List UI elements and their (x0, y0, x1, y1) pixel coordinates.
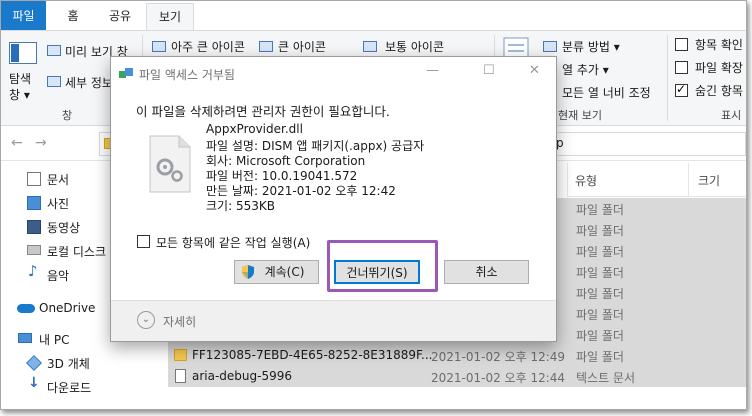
dialog-message: 이 파일을 삭제하려면 관리자 권한이 필요합니다. (136, 104, 390, 119)
file-type: 파일 폴더 (576, 350, 624, 364)
file-row[interactable]: aria-debug-5996 2021-01-02 오후 12:44 텍스트 문서 (168, 366, 746, 387)
sidebar-item-label: 다운로드 (47, 381, 92, 395)
hidden-items-label: 숨긴 항목 (695, 84, 743, 98)
add-columns-button[interactable]: 열 추가 ▾ (562, 61, 609, 78)
panes-group-label: 창 (62, 109, 73, 122)
tab-home[interactable]: 홈 (59, 5, 87, 27)
dialog-title: 파일 액세스 거부됨 (139, 68, 235, 82)
file-type: 파일 폴더 (576, 308, 624, 322)
file-row[interactable]: FF123085-7EBD-4E65-8252-8E31889F... 2021-… (168, 345, 746, 366)
sidebar-item-label: 동영상 (47, 221, 81, 235)
medium-icons-option[interactable]: 보통 아이콘 (385, 38, 444, 55)
large-icons-icon (259, 41, 273, 52)
file-move-icon (119, 68, 133, 78)
continue-label: 계속(C) (264, 265, 305, 279)
ribbon-tab-bar: 파일 홈 공유 보기 (1, 1, 746, 31)
videos-icon (27, 220, 41, 234)
maximize-button[interactable]: ☐ (483, 63, 495, 78)
apply-to-all-checkbox[interactable] (137, 235, 150, 248)
details-pane-icon (47, 76, 61, 87)
tab-share[interactable]: 공유 (104, 5, 136, 27)
apply-to-all-label: 모든 항목에 같은 작업 실행(A) (156, 236, 311, 250)
forward-button[interactable]: → (35, 135, 47, 151)
local-disk-icon (27, 245, 41, 255)
sidebar-item-label: 음악 (47, 269, 70, 283)
downloads-icon: ↓ (28, 375, 40, 391)
sidebar-item-label: 문서 (47, 173, 70, 187)
cancel-button[interactable]: 취소 (444, 260, 529, 284)
column-header-type[interactable]: 유형 (575, 172, 597, 189)
file-type: 파일 폴더 (576, 245, 624, 259)
navigation-pane-label-1: 탐색 (9, 72, 32, 86)
file-type: 파일 폴더 (576, 203, 624, 217)
column-header-size[interactable]: 크기 (698, 172, 720, 189)
file-type: 텍스트 문서 (576, 371, 636, 385)
current-view-group-label: 현재 보기 (558, 109, 602, 122)
sort-by-button[interactable]: 분류 방법 ▾ (562, 38, 620, 55)
folder-icon (174, 349, 187, 361)
tab-file[interactable]: 파일 (1, 1, 46, 31)
file-date: 2021-01-02 오후 12:49 (431, 350, 566, 364)
navigation-pane-icon (9, 42, 37, 64)
size-all-columns-button[interactable]: 모든 열 너비 조정 (562, 84, 651, 101)
file-access-denied-dialog: 파일 액세스 거부됨 — ☐ ✕ 이 파일을 삭제하려면 관리자 권한이 필요합… (110, 56, 557, 342)
preview-pane-icon (47, 45, 61, 56)
file-type: 파일 폴더 (576, 287, 624, 301)
navigation-pane-label-2-text: 창 (9, 88, 21, 102)
back-button[interactable]: ← (11, 135, 23, 151)
address-path: p (556, 136, 564, 150)
item-checkboxes-label: 항목 확인 (695, 38, 743, 52)
group-by-icon (543, 41, 557, 52)
music-icon: ♪ (28, 262, 38, 280)
more-details-button[interactable]: 자세히 (163, 313, 196, 330)
sidebar-item-label: 로컬 디스크 (47, 245, 107, 259)
file-type: 파일 폴더 (576, 266, 624, 280)
file-name: AppxProvider.dll (206, 122, 303, 136)
3d-objects-icon (26, 355, 42, 371)
sidebar-item-label: 내 PC (39, 333, 70, 347)
text-document-icon (175, 369, 186, 383)
close-button[interactable]: ✕ (529, 63, 540, 78)
tab-view[interactable]: 보기 (146, 3, 194, 31)
column-divider (567, 163, 568, 197)
navigation-pane-label-2: 창 ▾ (9, 88, 30, 102)
minimize-button[interactable]: — (426, 63, 439, 78)
sort-by-label: 분류 방법 (562, 40, 610, 54)
file-icon (149, 135, 191, 193)
file-size: 크기: 553KB (206, 199, 275, 213)
large-icons-option[interactable]: 큰 아이콘 (278, 38, 326, 55)
sidebar-item-label: OneDrive (39, 301, 96, 315)
extra-large-icons-icon (152, 41, 166, 52)
this-pc-icon (18, 333, 32, 343)
item-checkboxes-checkbox[interactable] (675, 38, 688, 51)
continue-button[interactable]: 계속(C) (234, 260, 319, 284)
details-pane-button[interactable]: 세부 정보 (65, 74, 113, 91)
column-divider (688, 163, 689, 197)
sidebar-item-label: 사진 (47, 197, 70, 211)
add-columns-label: 열 추가 (562, 63, 599, 77)
file-extensions-checkbox[interactable] (675, 61, 688, 74)
uac-shield-icon (242, 265, 254, 279)
onedrive-icon (17, 304, 35, 313)
extra-large-icons-option[interactable]: 아주 큰 아이콘 (171, 38, 245, 55)
ribbon-divider (667, 35, 668, 121)
file-type: 파일 폴더 (576, 224, 624, 238)
file-extensions-label: 파일 확장 (695, 61, 743, 75)
chevron-down-icon[interactable]: ⌄ (137, 311, 155, 329)
dialog-footer: ⌄ 자세히 (111, 300, 556, 341)
file-name: aria-debug-5996 (192, 369, 293, 383)
file-date: 2021-01-02 오후 12:44 (431, 371, 566, 385)
documents-icon (27, 172, 41, 186)
column-header-bar: 유형 크기 (567, 163, 746, 197)
file-type: 파일 폴더 (576, 329, 624, 343)
skip-button[interactable]: 건너뛰기(S) (334, 260, 420, 284)
hidden-items-checkbox[interactable] (675, 82, 688, 97)
file-name: FF123085-7EBD-4E65-8252-8E31889F... (192, 348, 433, 362)
pictures-icon (27, 196, 41, 210)
sidebar-item-label: 3D 개체 (47, 357, 90, 371)
medium-icons-icon (363, 41, 377, 52)
show-hide-group-label: 표시 (721, 109, 742, 122)
